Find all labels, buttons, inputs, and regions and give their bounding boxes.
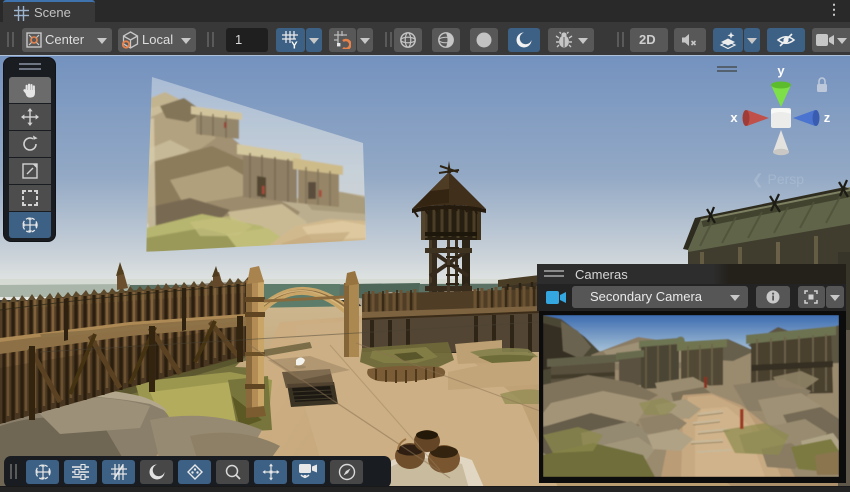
svg-text:❮ Persp: ❮ Persp xyxy=(752,171,804,188)
svg-text:x: x xyxy=(730,110,738,125)
svg-text:y: y xyxy=(777,63,785,78)
svg-text:Y: Y xyxy=(291,41,298,50)
svg-text:z: z xyxy=(824,110,831,125)
